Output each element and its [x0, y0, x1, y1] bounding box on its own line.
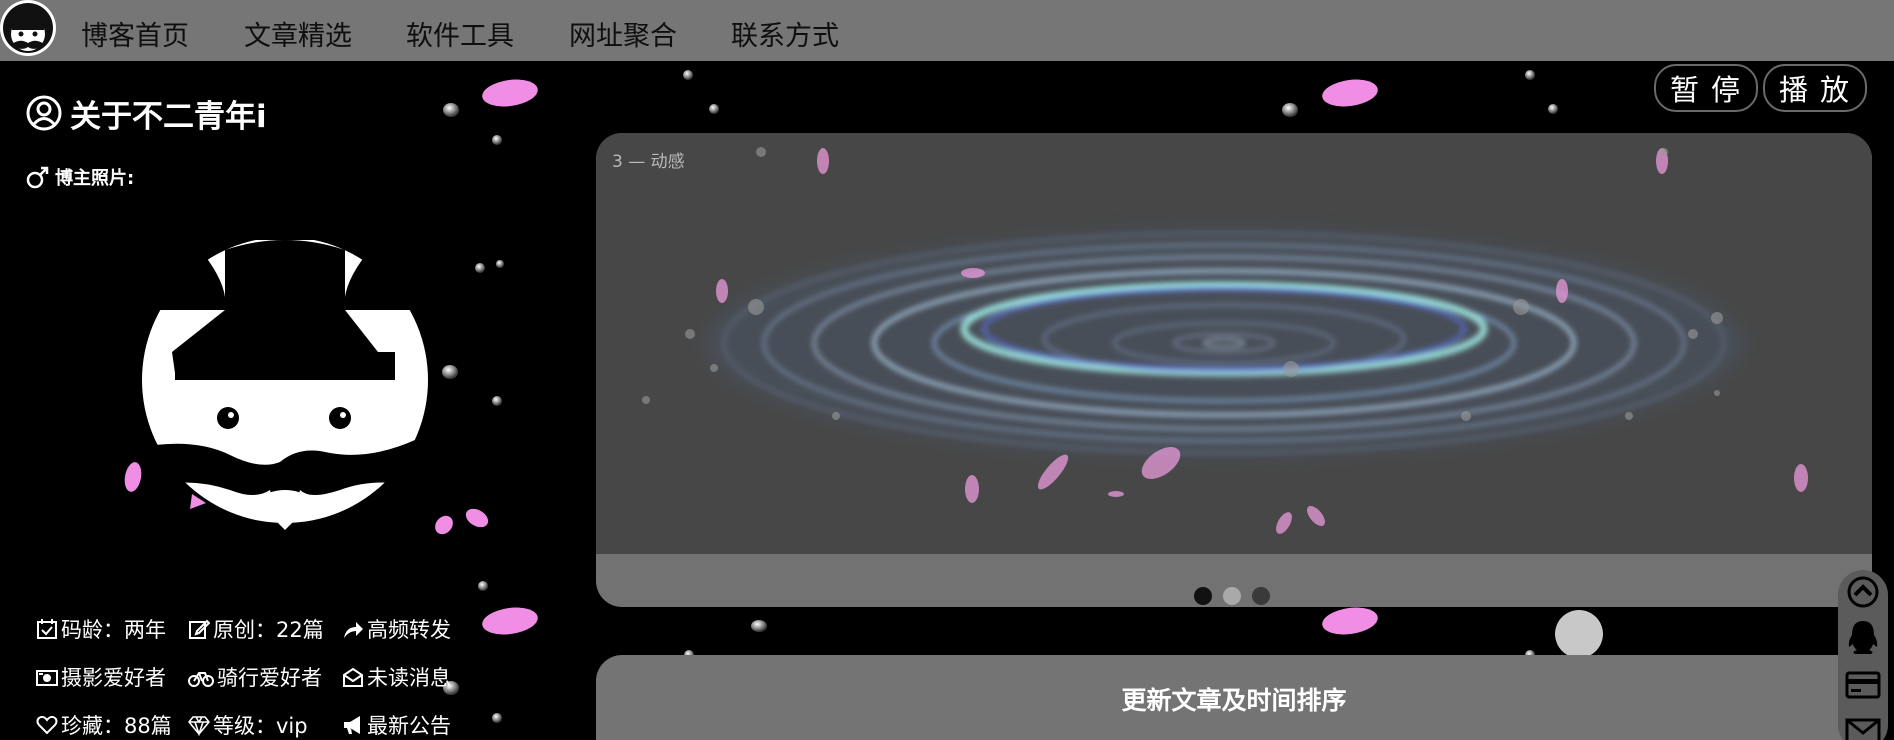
- stat-cycling: 骑行爱好者: [188, 662, 322, 692]
- stat-coding-age: 码龄：两年: [36, 614, 166, 644]
- site-logo[interactable]: [0, 0, 56, 56]
- photo-label: 博主照片:: [55, 168, 135, 189]
- nav-url-aggregation[interactable]: 网址聚合: [569, 14, 677, 53]
- ripple-rings-image: [642, 147, 1808, 534]
- envelope-open-icon: [343, 667, 363, 687]
- carousel-dot-2[interactable]: [1223, 587, 1241, 605]
- carousel-dot-3[interactable]: [1252, 587, 1270, 605]
- bicycle-icon: [188, 672, 214, 687]
- heart-icon: [36, 715, 58, 735]
- card-icon[interactable]: [1843, 665, 1883, 705]
- pause-button[interactable]: 暂停: [1654, 64, 1758, 112]
- articles-panel: 更新文章及时间排序: [596, 655, 1872, 740]
- megaphone-icon: [344, 716, 360, 734]
- top-navbar: 博客首页 文章精选 软件工具 网址聚合 联系方式: [0, 0, 1894, 61]
- image-carousel: 3 — 动感: [596, 133, 1872, 607]
- slide-caption: 3 — 动感: [612, 152, 685, 172]
- nav-featured-articles[interactable]: 文章精选: [244, 14, 352, 53]
- stat-level: 等级：vip: [188, 710, 308, 740]
- mail-icon[interactable]: [1843, 710, 1883, 740]
- calendar-check-icon: [37, 619, 57, 639]
- diamond-icon: [188, 716, 210, 736]
- stat-favorites: 珍藏：88篇: [36, 710, 172, 740]
- stat-repost: 高频转发: [342, 614, 451, 644]
- edit-icon: [189, 619, 210, 639]
- stat-photography: 摄影爱好者: [36, 662, 166, 692]
- male-icon: [26, 166, 49, 189]
- nav-software-tools[interactable]: 软件工具: [406, 14, 514, 53]
- floating-ball[interactable]: [1555, 610, 1603, 658]
- user-circle-icon: [26, 95, 62, 131]
- stat-original-posts: 原创：22篇: [188, 614, 324, 644]
- articles-title: 更新文章及时间排序: [1121, 686, 1347, 715]
- arrow-up-icon[interactable]: [1843, 572, 1883, 612]
- photo-heading: 博主照片:: [26, 164, 134, 190]
- nav-contact[interactable]: 联系方式: [731, 14, 839, 53]
- stat-unread-messages[interactable]: 未读消息: [342, 662, 451, 692]
- about-title: 关于不二青年i: [70, 98, 267, 135]
- share-arrow-icon: [344, 622, 363, 638]
- carousel-slide[interactable]: 3 — 动感: [596, 133, 1872, 554]
- nav-home[interactable]: 博客首页: [81, 14, 189, 53]
- play-button[interactable]: 播放: [1763, 64, 1867, 112]
- about-heading: 关于不二青年i: [26, 93, 267, 135]
- stat-latest-notice[interactable]: 最新公告: [342, 710, 451, 740]
- camera-icon: [36, 670, 58, 686]
- qq-icon[interactable]: [1843, 617, 1883, 657]
- carousel-dot-1[interactable]: [1194, 587, 1212, 605]
- blogger-avatar: [140, 240, 430, 530]
